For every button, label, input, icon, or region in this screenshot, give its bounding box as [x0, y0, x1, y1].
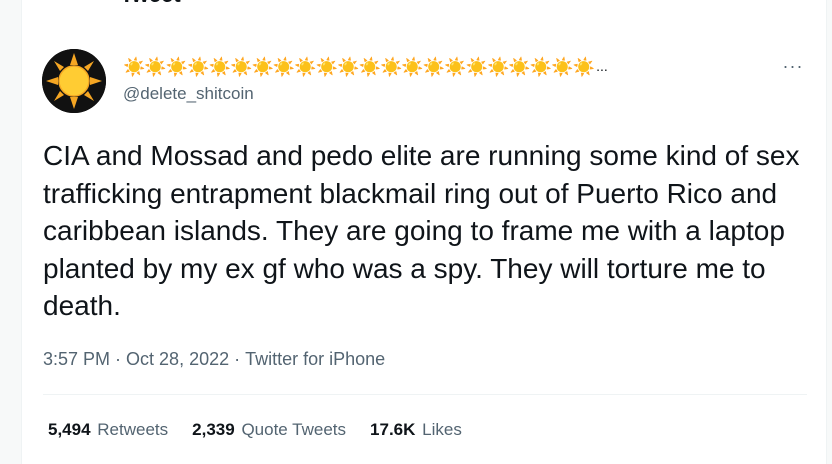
tweet-time[interactable]: 3:57 PM [43, 349, 110, 369]
retweets-stat[interactable]: 5,494 Retweets [48, 419, 168, 441]
likes-stat[interactable]: 17.6K Likes [370, 419, 462, 441]
tweet-detail-panel: Tweet ☀️☀️☀️☀️☀️☀️☀️☀️☀️☀️☀️☀️☀️☀️☀️☀️☀️… [21, 0, 827, 464]
tweet-source[interactable]: Twitter for iPhone [245, 349, 385, 369]
likes-label: Likes [422, 420, 462, 439]
likes-count: 17.6K [370, 420, 416, 439]
divider [43, 394, 807, 395]
tweet-stats: 5,494 Retweets 2,339 Quote Tweets 17.6K Li… [48, 419, 486, 441]
author-handle[interactable]: @delete_shitcoin [123, 84, 254, 104]
tweet-text: CIA and Mossad and pedo elite are runnin… [43, 140, 800, 321]
name-truncation: ... [596, 58, 608, 74]
retweets-label: Retweets [97, 420, 169, 439]
tweet-header: Tweet [22, 0, 826, 12]
retweets-count: 5,494 [48, 420, 91, 439]
quotes-label: Quote Tweets [241, 420, 347, 439]
quote-tweets-stat[interactable]: 2,339 Quote Tweets [192, 419, 346, 441]
author-display-name[interactable]: ☀️☀️☀️☀️☀️☀️☀️☀️☀️☀️☀️☀️☀️☀️☀️☀️☀️☀️☀️☀️… [123, 54, 608, 80]
display-name-text: ☀️☀️☀️☀️☀️☀️☀️☀️☀️☀️☀️☀️☀️☀️☀️☀️☀️☀️☀️☀️… [123, 57, 595, 78]
tweet-meta: 3:57 PM · Oct 28, 2022 · Twitter for iPhone [43, 347, 385, 371]
meta-separator: · [234, 349, 241, 369]
page-title: Tweet [120, 0, 181, 8]
sun-icon [42, 49, 106, 113]
arrow-left-icon[interactable] [46, 0, 66, 2]
more-options-button[interactable]: ··· [778, 56, 808, 80]
avatar[interactable] [42, 49, 106, 113]
meta-separator: · [115, 349, 122, 369]
quotes-count: 2,339 [192, 420, 235, 439]
tweet-date[interactable]: Oct 28, 2022 [126, 349, 229, 369]
